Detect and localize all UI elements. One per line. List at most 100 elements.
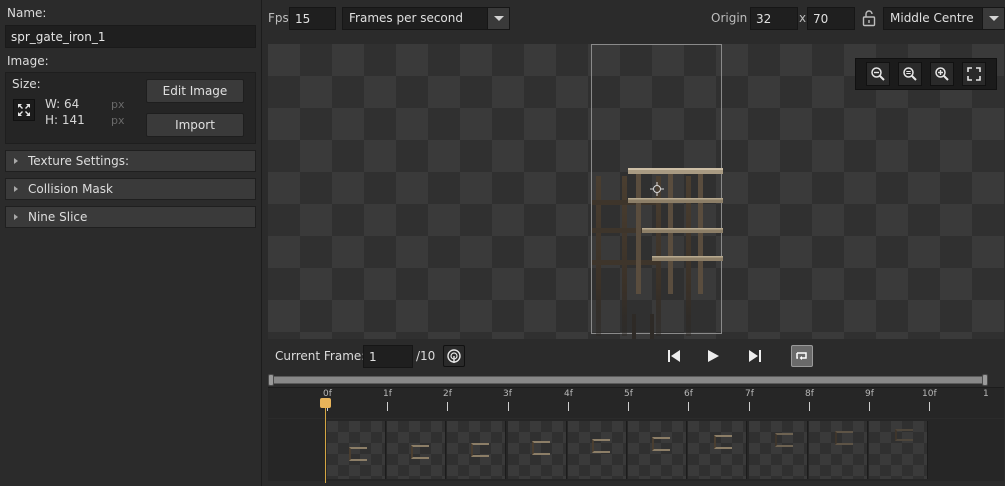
gate-thumbnail: [652, 437, 670, 451]
properties-panel: Name: Image: Size: W: 64 px H: 141 px Ed…: [0, 0, 262, 486]
scrollbar-left-handle[interactable]: [268, 374, 274, 386]
height-value: 141: [61, 113, 85, 127]
sprite-canvas[interactable]: [268, 44, 1004, 339]
gate-thumbnail: [835, 431, 853, 445]
origin-preset-value: Middle Centre: [890, 11, 974, 25]
play-icon[interactable]: [702, 345, 724, 367]
gate-thumbnail: [592, 439, 610, 453]
width-readout: W: 64: [45, 97, 79, 111]
zoom-in-icon[interactable]: [930, 62, 954, 86]
tick-label: 2f: [443, 389, 452, 399]
tick-mark: [447, 402, 448, 411]
timeline-ruler[interactable]: 0f 1f 2f 3f 4f 5f 6f 7f 8f 9f 10f 1: [268, 387, 1004, 418]
tick-mark: [688, 402, 689, 411]
section-label: Collision Mask: [28, 182, 113, 196]
section-label: Nine Slice: [28, 210, 88, 224]
tick-label: 9f: [865, 389, 874, 399]
timeline-scrollbar[interactable]: [268, 374, 988, 386]
tick-mark: [749, 402, 750, 411]
tick-mark: [869, 402, 870, 411]
height-unit: px: [111, 114, 125, 127]
tick-label: 6f: [684, 389, 693, 399]
zoom-toolbar: [855, 58, 997, 90]
tick-label: 10f: [922, 389, 937, 399]
tick-label: 3f: [503, 389, 512, 399]
zoom-out-icon[interactable]: [866, 62, 890, 86]
gate-thumbnail: [895, 429, 913, 441]
playhead-handle[interactable]: [320, 398, 331, 408]
gate-thumbnail: [349, 447, 367, 461]
speed-mode-value: Frames per second: [349, 11, 463, 25]
frame-thumbnail[interactable]: [869, 421, 928, 479]
frame-thumbnail[interactable]: [749, 421, 808, 479]
fps-label: Fps: [268, 11, 289, 25]
frame-thumbnail[interactable]: [387, 421, 446, 479]
gate-thumbnail: [532, 441, 550, 455]
skip-forward-icon[interactable]: [744, 345, 766, 367]
tick-mark: [929, 402, 930, 411]
scrollbar-track[interactable]: [271, 376, 987, 384]
skip-back-icon[interactable]: [663, 345, 685, 367]
texture-settings-section[interactable]: Texture Settings:: [5, 150, 256, 172]
tick-label: 7f: [745, 389, 754, 399]
edit-image-button[interactable]: Edit Image: [146, 79, 244, 103]
expand-arrows-icon[interactable]: [13, 99, 35, 121]
playback-bar: Current Frame: /10: [268, 340, 1004, 372]
chevron-right-icon: [14, 157, 18, 164]
name-label: Name:: [7, 6, 47, 20]
origin-preset-dropdown[interactable]: Middle Centre: [883, 7, 1005, 30]
gate-thumbnail: [775, 433, 793, 447]
sprite-name-input[interactable]: [5, 25, 256, 48]
import-button[interactable]: Import: [146, 113, 244, 137]
tick-mark: [387, 402, 388, 411]
scrollbar-right-handle[interactable]: [982, 374, 988, 386]
zoom-reset-icon[interactable]: [898, 62, 922, 86]
origin-crosshair-icon[interactable]: [650, 182, 664, 196]
tick-mark: [508, 402, 509, 411]
collision-mask-section[interactable]: Collision Mask: [5, 178, 256, 200]
frame-thumbnail[interactable]: [447, 421, 506, 479]
frame-thumbnail[interactable]: [809, 421, 868, 479]
frame-thumbnail[interactable]: [628, 421, 687, 479]
frame-thumbnail[interactable]: [688, 421, 747, 479]
origin-separator: x: [799, 11, 807, 25]
gate-thumbnail: [411, 445, 429, 459]
width-prefix: W:: [45, 97, 61, 111]
origin-y-input[interactable]: [807, 7, 855, 30]
tick-label: 5f: [624, 389, 633, 399]
height-readout: H: 141: [45, 113, 85, 127]
size-label: Size:: [12, 77, 41, 91]
origin-x-input[interactable]: [750, 7, 798, 30]
loop-icon[interactable]: [791, 345, 813, 367]
gate-thumbnail: [471, 443, 489, 457]
width-unit: px: [111, 98, 125, 111]
frame-thumbnail[interactable]: [568, 421, 627, 479]
lock-open-icon[interactable]: [861, 9, 877, 27]
current-frame-label: Current Frame:: [275, 349, 366, 363]
frame-thumbnail[interactable]: [508, 421, 567, 479]
image-label: Image:: [7, 54, 49, 68]
tick-label: 4f: [564, 389, 573, 399]
chevron-right-icon: [14, 185, 18, 192]
chevron-down-icon: [487, 8, 509, 29]
height-prefix: H:: [45, 113, 59, 127]
frame-thumbnail[interactable]: [327, 421, 386, 479]
sprite-toolbar: Fps Frames per second Origin x Middle Ce…: [262, 0, 1005, 38]
section-label: Texture Settings:: [28, 154, 130, 168]
fit-to-screen-icon[interactable]: [962, 62, 986, 86]
playhead-line: [325, 405, 326, 483]
image-size-box: Size: W: 64 px H: 141 px Edit Image Impo…: [5, 72, 256, 144]
tick-mark: [568, 402, 569, 411]
onion-skin-icon[interactable]: [443, 345, 465, 367]
nine-slice-section[interactable]: Nine Slice: [5, 206, 256, 228]
fps-input[interactable]: [289, 7, 336, 30]
gate-thumbnail: [714, 435, 732, 449]
tick-mark: [809, 402, 810, 411]
origin-label: Origin: [711, 11, 748, 25]
width-value: 64: [64, 97, 80, 111]
tick-mark: [628, 402, 629, 411]
chevron-right-icon: [14, 213, 18, 220]
frames-strip: [268, 419, 1004, 481]
speed-mode-dropdown[interactable]: Frames per second: [342, 7, 510, 30]
current-frame-input[interactable]: [363, 345, 413, 368]
